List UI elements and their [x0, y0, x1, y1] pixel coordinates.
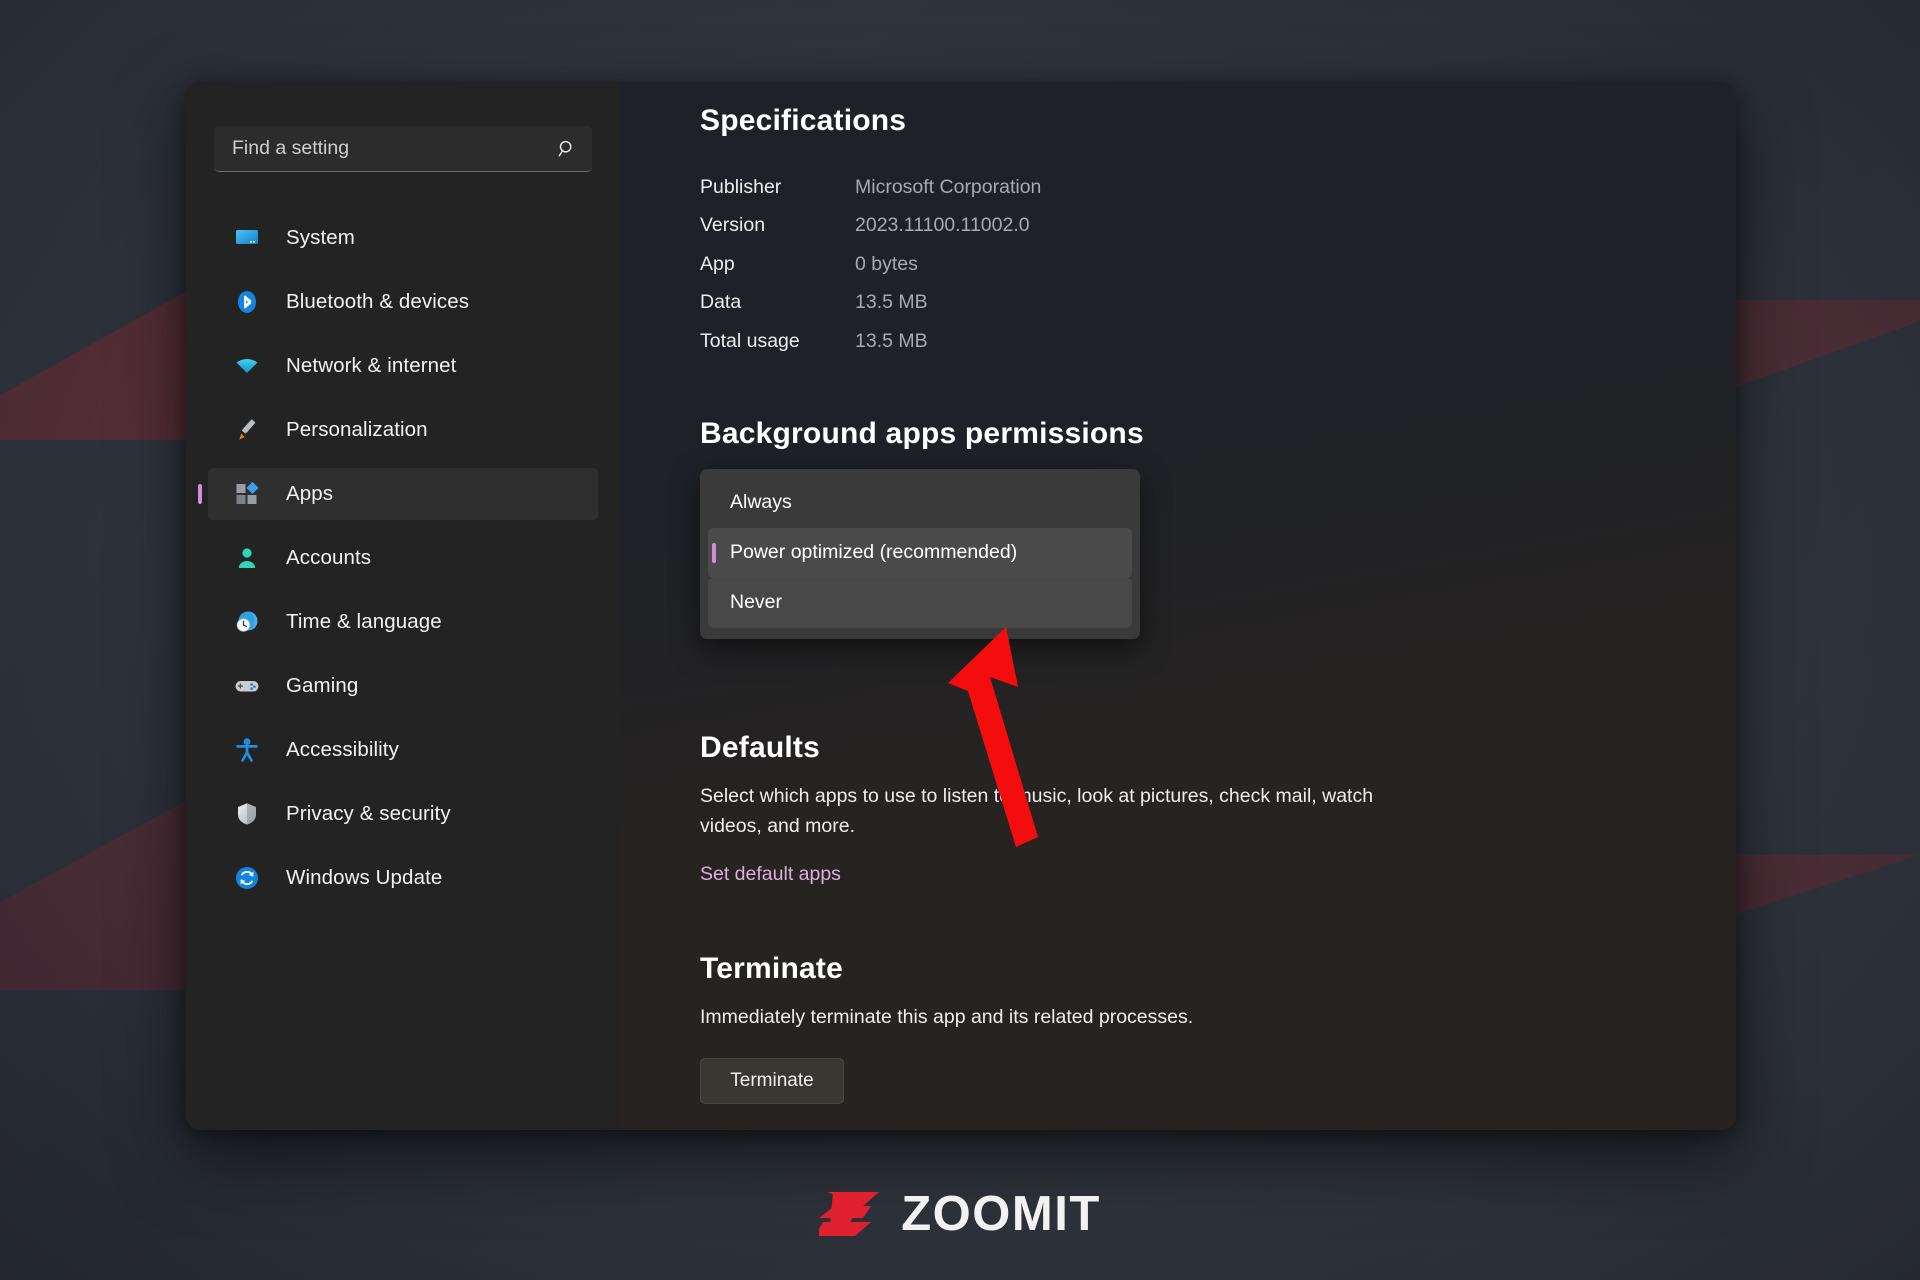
- shield-icon: [234, 801, 260, 827]
- dropdown-option-always[interactable]: Always: [708, 478, 1132, 528]
- clock-globe-icon: [234, 609, 260, 635]
- sidebar-nav: System Bluetooth & devices Network & int…: [186, 212, 620, 904]
- person-icon: [234, 545, 260, 571]
- sidebar-item-time-and-language[interactable]: Time & language: [208, 596, 598, 648]
- monitor-icon: [234, 225, 260, 251]
- settings-window: System Bluetooth & devices: [186, 82, 1736, 1130]
- sidebar-item-apps[interactable]: Apps: [208, 468, 598, 520]
- zoomit-logo-icon: [819, 1192, 880, 1236]
- spec-key: Total usage: [700, 329, 800, 352]
- spec-row: Data 13.5 MB: [700, 284, 1666, 323]
- sidebar-item-windows-update[interactable]: Windows Update: [208, 852, 598, 904]
- spec-key: Version: [700, 214, 766, 237]
- spec-key: Publisher: [700, 175, 782, 198]
- terminate-heading: Terminate: [700, 951, 843, 985]
- sidebar-item-label: Bluetooth & devices: [286, 290, 470, 313]
- spec-value: 0 bytes: [855, 252, 918, 275]
- sidebar-item-label: Accessibility: [286, 738, 399, 761]
- spec-value: 13.5 MB: [855, 291, 928, 314]
- sidebar-item-label: Accounts: [286, 546, 372, 569]
- search-box[interactable]: [214, 126, 592, 172]
- sidebar-item-label: System: [286, 226, 355, 249]
- sidebar-item-privacy-and-security[interactable]: Privacy & security: [208, 788, 598, 840]
- specifications-table: Publisher Microsoft Corporation Version …: [700, 168, 1666, 361]
- page-backdrop: System Bluetooth & devices: [0, 0, 1920, 1280]
- spec-value: Microsoft Corporation: [855, 175, 1042, 198]
- spec-key: Data: [700, 291, 742, 314]
- bluetooth-icon: [234, 289, 260, 315]
- sidebar-item-gaming[interactable]: Gaming: [208, 660, 598, 712]
- sidebar-item-network-and-internet[interactable]: Network & internet: [208, 340, 598, 392]
- update-icon: [234, 865, 260, 891]
- defaults-heading: Defaults: [700, 730, 820, 764]
- sidebar-item-system[interactable]: System: [208, 212, 598, 264]
- dropdown-option-label: Power optimized (recommended): [730, 541, 1018, 563]
- spec-row: App 0 bytes: [700, 245, 1666, 284]
- sidebar-item-label: Network & internet: [286, 354, 457, 377]
- specifications-heading: Specifications: [700, 104, 907, 137]
- dropdown-option-never[interactable]: Never: [708, 577, 1132, 628]
- sidebar-item-label: Gaming: [286, 674, 359, 697]
- spec-key: App: [700, 252, 735, 275]
- spec-row: Total usage 13.5 MB: [700, 322, 1666, 361]
- spec-value: 2023.11100.11002.0: [855, 214, 1030, 237]
- background-apps-permissions-heading: Background apps permissions: [700, 416, 1144, 450]
- set-default-apps-link[interactable]: Set default apps: [700, 863, 841, 886]
- terminate-button[interactable]: Terminate: [700, 1057, 844, 1104]
- search-input[interactable]: [232, 137, 556, 160]
- sidebar-item-label: Apps: [286, 482, 334, 505]
- terminate-description: Immediately terminate this app and its r…: [700, 1005, 1194, 1028]
- sidebar: System Bluetooth & devices: [186, 82, 620, 1130]
- sidebar-item-label: Windows Update: [286, 866, 443, 889]
- sidebar-item-label: Time & language: [286, 610, 442, 633]
- watermark: ZOOMIT: [0, 1186, 1920, 1242]
- dropdown-option-label: Never: [730, 591, 783, 613]
- dropdown-option-power-optimized[interactable]: Power optimized (recommended): [708, 527, 1132, 578]
- sidebar-item-label: Personalization: [286, 418, 428, 441]
- sidebar-item-label: Privacy & security: [286, 802, 451, 825]
- sidebar-item-bluetooth-and-devices[interactable]: Bluetooth & devices: [208, 276, 598, 328]
- defaults-description: Select which apps to use to listen to mu…: [700, 784, 1374, 837]
- gamepad-icon: [234, 673, 260, 699]
- search-icon[interactable]: [556, 138, 578, 160]
- sidebar-item-accessibility[interactable]: Accessibility: [208, 724, 598, 776]
- spec-row: Version 2023.11100.11002.0: [700, 207, 1666, 246]
- background-apps-permissions-dropdown[interactable]: Always Power optimized (recommended) Nev…: [700, 468, 1140, 639]
- watermark-text: ZOOMIT: [901, 1187, 1101, 1241]
- spec-row: Publisher Microsoft Corporation: [700, 168, 1666, 207]
- sidebar-item-accounts[interactable]: Accounts: [208, 532, 598, 584]
- accessibility-icon: [234, 737, 260, 763]
- spec-value: 13.5 MB: [855, 329, 928, 352]
- dropdown-option-label: Always: [730, 491, 792, 513]
- paintbrush-icon: [234, 417, 260, 443]
- content-pane: Specifications Publisher Microsoft Corpo…: [620, 82, 1736, 1130]
- sidebar-item-personalization[interactable]: Personalization: [208, 404, 598, 456]
- apps-icon: [234, 481, 260, 507]
- wifi-icon: [234, 353, 260, 379]
